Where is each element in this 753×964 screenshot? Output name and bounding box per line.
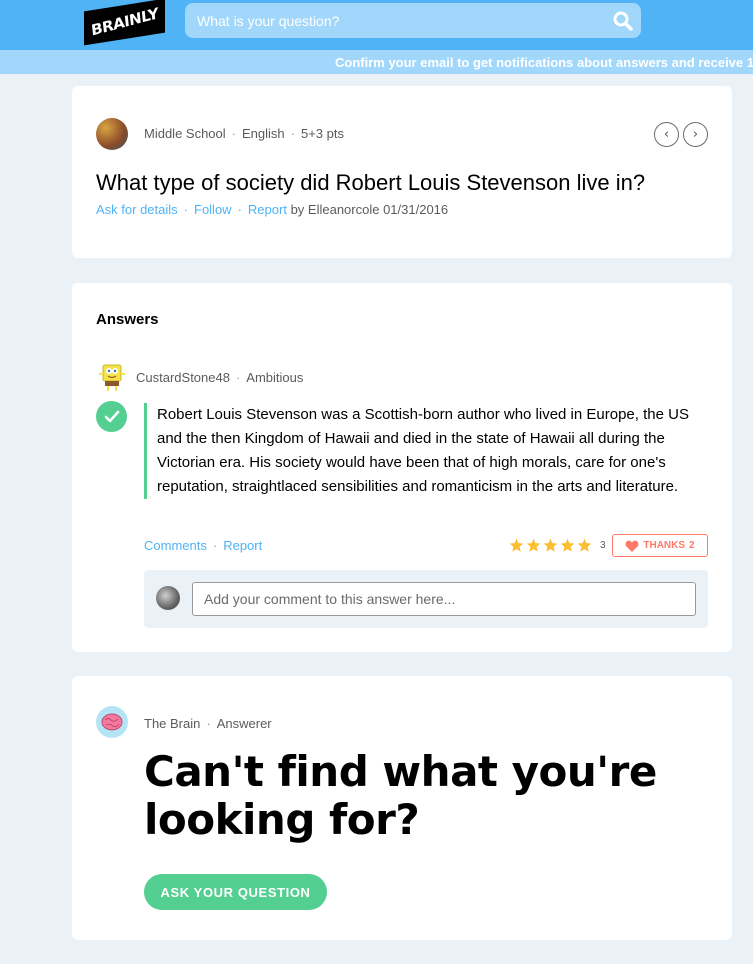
ask-details-link[interactable]: Ask for details	[96, 202, 178, 217]
brain-avatar	[96, 706, 128, 738]
follow-link[interactable]: Follow	[194, 202, 232, 217]
question-navigation: ‹ ›	[654, 122, 708, 147]
points-label: 5+3 pts	[300, 126, 344, 141]
brain-rank: Answerer	[216, 716, 272, 731]
chevron-left-icon[interactable]: ‹	[654, 122, 679, 147]
report-answer-link[interactable]: Report	[223, 538, 262, 553]
answers-card: Answers CustardStone48 · Ambitious Robert …	[72, 283, 732, 652]
star-icon[interactable]	[526, 538, 541, 552]
answer-actions: Comments · Report	[144, 538, 263, 553]
comments-link[interactable]: Comments	[144, 538, 207, 553]
answers-heading: Answers	[96, 311, 159, 328]
answer-text: Robert Louis Stevenson was a Scottish-bo…	[144, 403, 704, 499]
search-input[interactable]	[197, 12, 605, 29]
brain-meta: The Brain · Answerer	[144, 716, 272, 731]
brain-name: The Brain	[144, 716, 201, 731]
star-icon[interactable]	[577, 538, 592, 552]
star-icon[interactable]	[509, 538, 524, 552]
question-author-date: by Elleanorcole 01/31/2016	[290, 202, 449, 217]
report-question-link[interactable]: Report	[248, 202, 287, 217]
chevron-right-icon[interactable]: ›	[683, 122, 708, 147]
thanks-count: 2	[689, 540, 695, 551]
email-notice-bar[interactable]: Confirm your email to get notifications …	[0, 50, 753, 74]
thanks-label: THANKS	[643, 540, 686, 551]
ask-question-button[interactable]: ASK YOUR QUESTION	[144, 874, 327, 910]
top-bar: BRAINLY	[0, 0, 753, 50]
brainly-logo[interactable]: BRAINLY	[84, 0, 165, 46]
question-meta: Middle School · English · 5+3 pts	[144, 126, 344, 141]
language-label: English	[242, 126, 285, 141]
cant-find-title: Can't find what you're looking for?	[144, 747, 657, 844]
question-title: What type of society did Robert Louis St…	[96, 170, 646, 195]
answerer-avatar[interactable]	[98, 363, 126, 393]
email-notice-text: Confirm your email to get notifications …	[335, 55, 753, 70]
rating-count: 3	[600, 539, 606, 551]
answer-meta: CustardStone48 · Ambitious	[136, 370, 304, 385]
logo-text: BRAINLY	[90, 4, 159, 40]
verified-check-icon	[96, 401, 127, 432]
asker-avatar[interactable]	[96, 118, 128, 150]
cant-find-card: The Brain · Answerer Can't find what you'r…	[72, 676, 732, 940]
answer-rating[interactable]: 3	[509, 538, 606, 552]
comment-input[interactable]	[192, 582, 696, 616]
question-card: Middle School · English · 5+3 pts ‹ › What t…	[72, 86, 732, 258]
answerer-name[interactable]: CustardStone48	[136, 370, 230, 385]
question-actions: Ask for details · Follow · Report by Elleano…	[96, 202, 449, 217]
search-bar[interactable]	[185, 3, 641, 38]
search-icon[interactable]	[605, 3, 641, 38]
comment-box	[144, 570, 708, 628]
answerer-rank: Ambitious	[246, 370, 304, 385]
star-icon[interactable]	[543, 538, 558, 552]
user-avatar	[156, 586, 180, 610]
brain-icon	[101, 713, 123, 731]
star-icon[interactable]	[560, 538, 575, 552]
subject-link[interactable]: Middle School	[144, 126, 226, 141]
heart-icon	[625, 540, 639, 552]
thanks-button[interactable]: THANKS 2	[612, 534, 708, 557]
